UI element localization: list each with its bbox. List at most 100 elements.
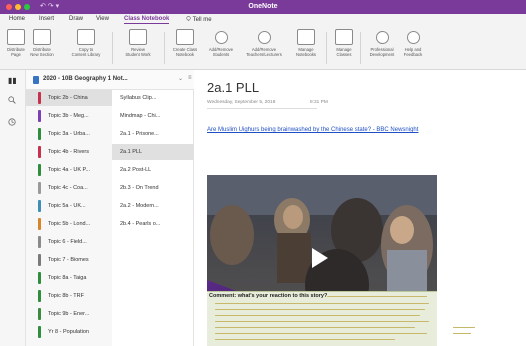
teachers-icon: [257, 31, 271, 44]
section-item[interactable]: Topic 3a - Urba...: [26, 126, 112, 142]
section-item[interactable]: Topic 8a - Taiga: [26, 270, 112, 286]
section-item[interactable]: Topic 9b - Ener...: [26, 306, 112, 322]
notebook-picker[interactable]: 2020 - 10B Geography 1 Not... ⌄ ≡: [26, 70, 194, 90]
ribbon-separator: [360, 32, 361, 64]
comment-prompt: Comment: what's your reaction to this st…: [209, 293, 328, 299]
tab-view[interactable]: View: [96, 16, 109, 22]
page-title[interactable]: 2a.1 PLL: [207, 80, 259, 95]
notebook-icon: [33, 76, 39, 84]
copy-to-content-library-button[interactable]: Copy to Content Library: [66, 29, 106, 57]
handwriting-stroke: [215, 321, 429, 323]
ribbon-separator: [164, 32, 165, 64]
section-color-tab: [38, 272, 41, 284]
title-bar: ↶ ↷ ▾ OneNote: [0, 0, 526, 14]
page-item[interactable]: 2b.4 - Pearls o...: [112, 216, 194, 232]
clock-icon[interactable]: [8, 118, 16, 128]
section-color-tab: [38, 236, 41, 248]
section-label: Topic 7 - Biomes: [48, 257, 89, 263]
distribute-new-section-label: Distribute New Section: [30, 47, 54, 57]
page-item[interactable]: 2a.2 - Modern...: [112, 198, 194, 214]
ribbon-separator: [326, 32, 327, 64]
add-remove-students-button[interactable]: Add/Remove Students: [203, 29, 239, 57]
section-item[interactable]: Topic 3b - Meg...: [26, 108, 112, 124]
library-icon[interactable]: ▮▮: [8, 76, 17, 85]
handwriting-stroke: [215, 333, 427, 335]
page-item-selected[interactable]: 2a.1 PLL: [112, 144, 194, 160]
tab-home[interactable]: Home: [9, 16, 25, 22]
section-item[interactable]: Topic 2b - China: [26, 90, 112, 106]
page-item[interactable]: Syllabus Clip...: [112, 90, 194, 106]
section-item[interactable]: Topic 5a - UK...: [26, 198, 112, 214]
add-remove-teachers-button[interactable]: Add/Remove Teachers/Lecturers: [240, 29, 288, 57]
copy-to-content-library-label: Copy to Content Library: [71, 47, 101, 57]
section-color-tab: [38, 182, 41, 194]
section-color-tab: [38, 290, 41, 302]
distribute-page-icon: [7, 29, 25, 45]
page-item[interactable]: 2b.3 - On Trend: [112, 180, 194, 196]
distribute-new-section-button[interactable]: Distribute New Section: [28, 29, 56, 57]
review-student-work-button[interactable]: Review Student Work: [120, 29, 156, 57]
section-label: Topic 4c - Coa...: [48, 185, 88, 191]
create-class-notebook-label: Create Class Notebook: [172, 47, 198, 57]
tab-draw[interactable]: Draw: [69, 16, 83, 22]
add-remove-students-label: Add/Remove Students: [208, 47, 234, 57]
section-item[interactable]: Topic 4b - Rivers: [26, 144, 112, 160]
page-label: 2a.2 - Modern...: [120, 203, 159, 209]
create-class-notebook-button[interactable]: Create Class Notebook: [168, 29, 202, 57]
page-item[interactable]: 2a.1 - Prisone...: [112, 126, 194, 142]
distribute-section-icon: [33, 29, 51, 45]
manage-notebooks-button[interactable]: Manage Notebooks: [289, 29, 323, 57]
professional-development-button[interactable]: Professional Development: [364, 29, 400, 57]
section-item[interactable]: Topic 4a - UK P...: [26, 162, 112, 178]
page-label: 2a.1 - Prisone...: [120, 131, 159, 137]
review-icon: [129, 29, 147, 45]
handwriting-stroke: [327, 296, 427, 298]
page-time: 8:31 PM: [310, 100, 328, 105]
page-label: 2b.3 - On Trend: [120, 185, 159, 191]
lightbulb-icon: [186, 16, 191, 21]
section-color-tab: [38, 92, 41, 104]
section-color-tab: [38, 200, 41, 212]
search-icon[interactable]: [8, 96, 16, 106]
ribbon-tabs: Home Insert Draw View Class Notebook Tel…: [0, 14, 526, 26]
section-item[interactable]: Topic 6 - Field...: [26, 234, 112, 250]
play-icon[interactable]: [312, 248, 328, 268]
distribute-page-label: Distribute Page: [7, 47, 25, 57]
handwriting-stroke: [453, 327, 475, 329]
sort-icon[interactable]: ≡: [188, 75, 192, 81]
page-date: Wednesday, September 5, 2018: [207, 100, 276, 105]
section-label: Topic 5a - UK...: [48, 203, 86, 209]
ribbon: Distribute Page Distribute New Section C…: [0, 26, 526, 70]
tab-insert[interactable]: Insert: [39, 16, 54, 22]
bbc-article-link[interactable]: Are Muslim Uighurs being brainwashed by …: [207, 127, 418, 133]
notebook-name: 2020 - 10B Geography 1 Not...: [43, 76, 128, 82]
page-item[interactable]: Mindmap - Chi...: [112, 108, 194, 124]
section-item[interactable]: Yr 8 - Population: [26, 324, 112, 340]
handwriting-stroke: [453, 333, 471, 335]
manage-classes-label: Manage Classes: [336, 47, 352, 57]
section-label: Topic 3b - Meg...: [48, 113, 89, 119]
review-student-work-label: Review Student Work: [125, 47, 151, 57]
comment-table[interactable]: Comment: what's your reaction to this st…: [207, 291, 437, 346]
page-canvas[interactable]: 2a.1 PLL Wednesday, September 5, 2018 8:…: [195, 70, 526, 346]
page-item[interactable]: 2a.2 Post-LL: [112, 162, 194, 178]
tell-me-search[interactable]: Tell me: [186, 16, 212, 23]
section-label: Topic 3a - Urba...: [48, 131, 90, 137]
section-color-tab: [38, 326, 41, 338]
tell-me-label: Tell me: [192, 17, 212, 23]
section-item[interactable]: Topic 5b - Lond...: [26, 216, 112, 232]
help-and-feedback-button[interactable]: Help and Feedback: [398, 29, 428, 57]
chevron-down-icon[interactable]: ⌄: [178, 75, 183, 82]
page-label: 2a.2 Post-LL: [120, 167, 152, 173]
section-label: Topic 2b - China: [48, 95, 88, 101]
manage-classes-button[interactable]: Manage Classes: [330, 29, 358, 57]
page-label: 2b.4 - Pearls o...: [120, 221, 161, 227]
distribute-page-button[interactable]: Distribute Page: [3, 29, 29, 57]
section-item[interactable]: Topic 4c - Coa...: [26, 180, 112, 196]
section-item[interactable]: Topic 8b - TRF: [26, 288, 112, 304]
section-item[interactable]: Topic 7 - Biomes: [26, 252, 112, 268]
create-notebook-icon: [176, 29, 194, 45]
tab-class-notebook[interactable]: Class Notebook: [124, 16, 170, 24]
help-icon: [406, 31, 420, 44]
section-label: Topic 4a - UK P...: [48, 167, 91, 173]
